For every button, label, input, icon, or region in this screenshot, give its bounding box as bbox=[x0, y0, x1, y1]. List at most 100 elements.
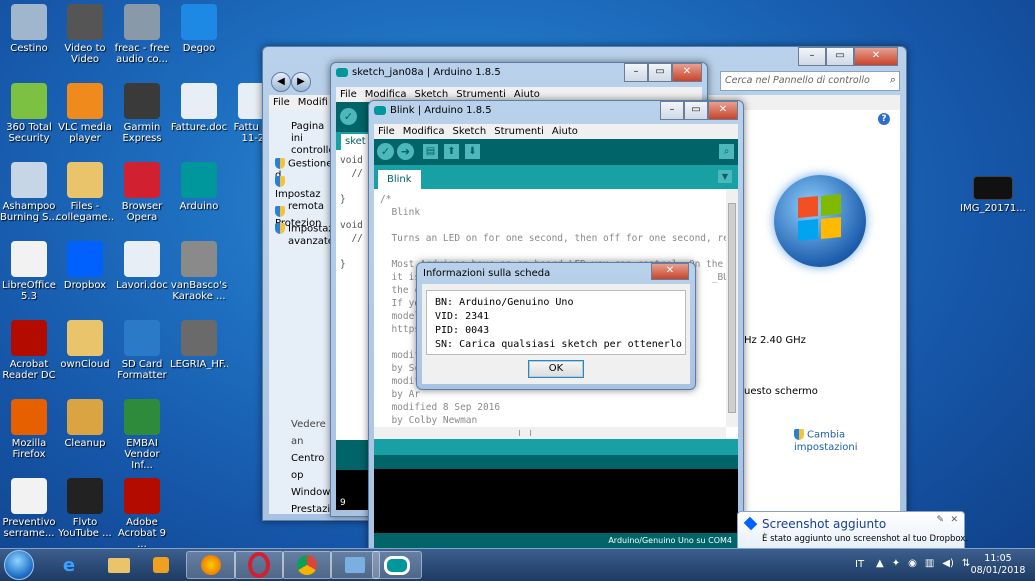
desktop-icon[interactable]: ownCloud bbox=[56, 320, 114, 370]
board-vid-line: VID: 2341 bbox=[435, 311, 490, 322]
cp-task-advanced[interactable]: Impostaz avanzate bbox=[275, 223, 334, 248]
menu-sketch[interactable]: Sketch bbox=[453, 124, 487, 139]
desktop-icon[interactable]: Fatture.doc bbox=[170, 83, 228, 133]
serial-monitor-icon[interactable]: ⌕ bbox=[719, 144, 734, 159]
taskbar-media-player[interactable] bbox=[136, 551, 186, 579]
desktop-icon[interactable]: Garmin Express bbox=[113, 83, 171, 144]
desktop-icon[interactable]: Arduino bbox=[170, 162, 228, 212]
desktop-icon[interactable]: Lavori.doc bbox=[113, 241, 171, 291]
taskbar-chrome[interactable] bbox=[282, 551, 332, 579]
language-indicator[interactable]: IT bbox=[855, 559, 864, 570]
antivirus-tray-icon[interactable]: ◉ bbox=[908, 558, 917, 569]
verify-icon[interactable]: ✓ bbox=[340, 108, 357, 125]
cp-home-link[interactable]: Pagina ini controllo bbox=[291, 121, 335, 157]
dropbox-tray-icon[interactable]: ✦ bbox=[892, 558, 900, 569]
forward-button[interactable]: ▶ bbox=[291, 72, 311, 92]
desktop-icon[interactable]: Mozilla Firefox bbox=[0, 399, 58, 460]
image-thumbnail-icon bbox=[973, 176, 1013, 200]
back-button[interactable]: ◀ bbox=[271, 72, 291, 92]
desktop-icon-label: ownCloud bbox=[60, 359, 110, 370]
menu-edit[interactable]: Modifica bbox=[403, 124, 445, 139]
desktop-icon[interactable]: Files - collegame... bbox=[56, 162, 114, 223]
vertical-scrollbar[interactable] bbox=[726, 189, 738, 427]
verify-icon[interactable]: ✓ bbox=[377, 143, 394, 160]
dialog-info-box: BN: Arduino/Genuino Uno VID: 2341 PID: 0… bbox=[426, 290, 686, 355]
dialog-title: Informazioni sulla scheda bbox=[423, 268, 551, 279]
desktop-icon[interactable]: 360 Total Security bbox=[0, 83, 58, 144]
save-icon[interactable]: ⬇ bbox=[465, 144, 480, 159]
close-button[interactable]: ✕ bbox=[708, 101, 738, 120]
tab-menu-chevron-icon[interactable]: ▼ bbox=[718, 170, 732, 183]
desktop-icon[interactable]: Cestino bbox=[0, 4, 58, 54]
desktop-icon[interactable]: Adobe Acrobat 9 ... bbox=[113, 478, 171, 550]
show-hidden-icon[interactable]: ▲ bbox=[876, 558, 884, 569]
ok-button[interactable]: OK bbox=[528, 360, 584, 378]
menu-tools[interactable]: Strumenti bbox=[494, 124, 544, 139]
board-info-dialog[interactable]: Informazioni sulla scheda ✕ BN: Arduino/… bbox=[416, 262, 696, 390]
blink-tab[interactable]: Blink bbox=[378, 170, 421, 189]
desktop-icon[interactable]: Acrobat Reader DC bbox=[0, 320, 58, 381]
taskbar-arduino[interactable] bbox=[372, 551, 422, 579]
horizontal-scrollbar[interactable] bbox=[374, 427, 726, 439]
upload-icon[interactable]: ➜ bbox=[397, 143, 414, 160]
desktop-icon[interactable]: Degoo bbox=[170, 4, 228, 54]
desktop-icon[interactable]: freac - free audio co... bbox=[113, 4, 171, 65]
desktop-icon[interactable]: Ashampoo Burning S... bbox=[0, 162, 58, 223]
desktop-icon-label: freac - free audio co... bbox=[114, 43, 170, 65]
clock[interactable]: 11:05 08/01/2018 bbox=[968, 553, 1028, 577]
menu-file[interactable]: File bbox=[340, 87, 357, 102]
desktop-icon[interactable]: SD Card Formatter bbox=[113, 320, 171, 381]
desktop-icon[interactable]: VLC media player bbox=[56, 83, 114, 144]
desktop-icon[interactable]: LEGRIA_HF... bbox=[170, 320, 228, 370]
dropbox-icon bbox=[743, 516, 758, 531]
open-icon[interactable]: ⬆ bbox=[444, 144, 459, 159]
control-panel-icon bbox=[345, 557, 365, 573]
arduino-icon bbox=[181, 162, 217, 198]
taskbar-firefox[interactable] bbox=[186, 551, 236, 579]
maximize-button[interactable]: ▭ bbox=[826, 47, 854, 66]
sketch-tab[interactable]: sket bbox=[341, 134, 370, 150]
folder-icon bbox=[67, 162, 103, 198]
folder-icon bbox=[67, 320, 103, 356]
desktop-icon[interactable]: LibreOffice 5.3 bbox=[0, 241, 58, 302]
help-icon[interactable]: ? bbox=[878, 113, 890, 125]
desktop-icon[interactable]: Preventivo serrame... bbox=[0, 478, 58, 539]
menu-help[interactable]: Aiuto bbox=[552, 124, 578, 139]
scrollbar-thumb[interactable] bbox=[728, 203, 736, 413]
desktop-icon-label: Files - collegame... bbox=[56, 201, 114, 223]
cp-menu-edit[interactable]: Modifi bbox=[298, 95, 328, 110]
dialog-close-button[interactable]: ✕ bbox=[651, 263, 689, 280]
desktop-icon-image[interactable]: IMG_20171... bbox=[960, 176, 1026, 214]
dropbox-notification[interactable]: Screenshot aggiunto È stato aggiunto uno… bbox=[737, 511, 968, 552]
close-button[interactable]: ✕ bbox=[854, 47, 898, 66]
folder-icon bbox=[108, 557, 130, 573]
close-icon[interactable]: ✕ bbox=[950, 515, 958, 525]
desktop-icon[interactable]: Flvto YouTube ... bbox=[56, 478, 114, 539]
menu-file[interactable]: File bbox=[378, 124, 395, 139]
close-button[interactable]: ✕ bbox=[672, 63, 702, 82]
network-icon[interactable]: ▥ bbox=[925, 558, 934, 569]
desktop-icon[interactable]: Dropbox bbox=[56, 241, 114, 291]
taskbar-opera[interactable] bbox=[234, 551, 284, 579]
desktop-icon[interactable]: Browser Opera bbox=[113, 162, 171, 223]
maximize-button[interactable]: ▭ bbox=[648, 63, 672, 82]
minimize-button[interactable]: – bbox=[660, 101, 684, 120]
search-box[interactable]: Cerca nel Pannello di controllo ⌕ bbox=[720, 71, 900, 91]
cp-menu-file[interactable]: File bbox=[273, 95, 290, 110]
desktop-icon[interactable]: EMBAI Vendor Inf... bbox=[113, 399, 171, 471]
minimize-button[interactable]: – bbox=[798, 47, 826, 66]
start-orb[interactable] bbox=[4, 550, 34, 580]
scrollbar-grip[interactable] bbox=[519, 430, 531, 436]
minimize-button[interactable]: – bbox=[624, 63, 648, 82]
desktop-icon-label: EMBAI Vendor Inf... bbox=[124, 438, 160, 471]
maximize-button[interactable]: ▭ bbox=[684, 101, 708, 120]
new-file-icon[interactable]: ▤ bbox=[423, 144, 438, 159]
volume-icon[interactable]: ◀) bbox=[942, 558, 954, 569]
desktop-icon-label: Lavori.doc bbox=[116, 280, 168, 291]
settings-icon[interactable]: ✎ bbox=[936, 515, 944, 525]
desktop-icon[interactable]: Video to Video bbox=[56, 4, 114, 65]
change-settings-link[interactable]: Cambia impostazioni bbox=[794, 429, 874, 454]
desktop-icon[interactable]: vanBasco's Karaoke ... bbox=[170, 241, 228, 302]
taskbar-internet-explorer[interactable]: e bbox=[44, 551, 94, 579]
desktop-icon[interactable]: Cleanup bbox=[56, 399, 114, 449]
